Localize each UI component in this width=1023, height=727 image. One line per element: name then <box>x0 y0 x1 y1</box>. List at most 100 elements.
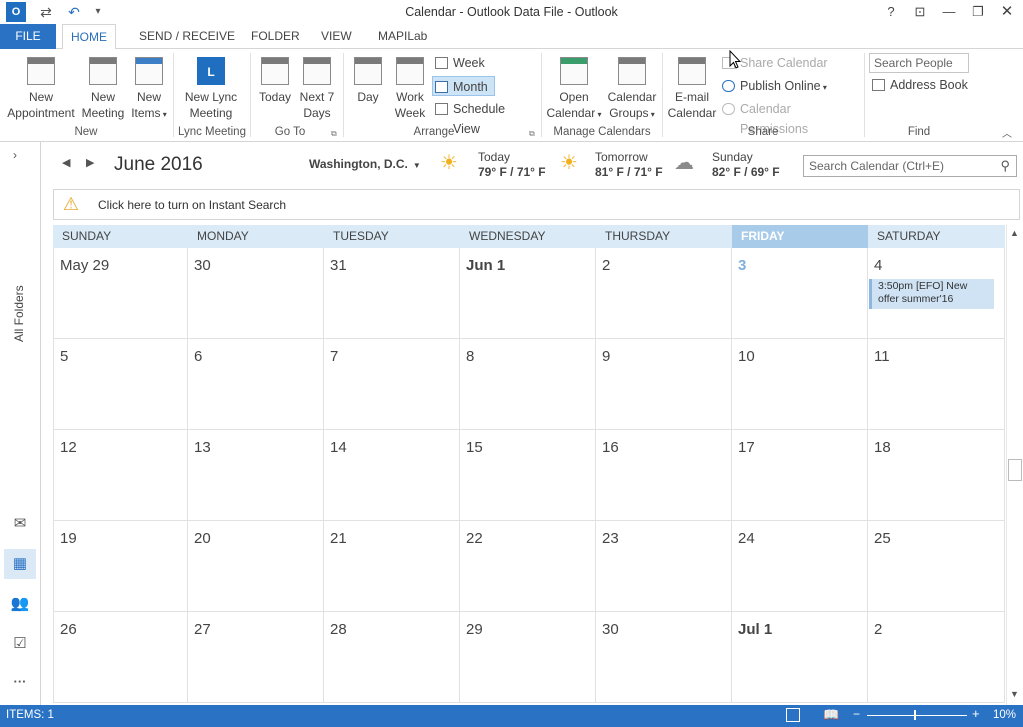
next-month-icon[interactable]: ▶ <box>86 156 94 169</box>
search-icon[interactable]: ⚲ <box>1000 158 1010 174</box>
day-number: 4 <box>874 257 883 274</box>
publish-online-button[interactable]: Publish Online ▾ <box>720 76 840 96</box>
restore-icon[interactable]: ❐ <box>965 2 991 22</box>
all-folders-label[interactable]: All Folders <box>12 242 30 342</box>
dialog-launcher-icon[interactable]: ⧉ <box>331 129 337 139</box>
day-cell[interactable]: Jun 1 <box>460 248 596 339</box>
day-cell[interactable]: 9 <box>596 339 732 430</box>
day-cell[interactable]: 19 <box>53 521 188 612</box>
day-cell[interactable]: May 29 <box>53 248 188 339</box>
day-cell[interactable]: 29 <box>460 612 596 703</box>
day-cell[interactable]: 10 <box>732 339 868 430</box>
day-name-saturday: SATURDAY <box>877 229 941 243</box>
day-cell[interactable]: 21 <box>324 521 460 612</box>
minimize-icon[interactable]: — <box>936 2 962 22</box>
day-cell[interactable]: 22 <box>460 521 596 612</box>
day-cell[interactable]: 8 <box>460 339 596 430</box>
more-icon[interactable]: ··· <box>9 674 31 694</box>
zoom-slider-thumb[interactable] <box>914 710 916 720</box>
weather-location[interactable]: Washington, D.C. ▼ <box>309 157 421 171</box>
day-cell[interactable]: 17 <box>732 430 868 521</box>
scroll-thumb[interactable] <box>1008 459 1022 481</box>
day-cell[interactable]: Jul 1 <box>732 612 868 703</box>
day-cell[interactable]: 31 <box>324 248 460 339</box>
calendar-icon[interactable]: ▦ <box>9 554 31 574</box>
day-cell[interactable]: 3 <box>732 248 868 339</box>
zoom-level[interactable]: 10% <box>993 709 1016 721</box>
new-meeting-button[interactable]: New Meeting <box>80 57 126 121</box>
month-view-button[interactable]: Month <box>432 76 495 96</box>
search-people-input[interactable]: Search People <box>869 53 969 73</box>
help-icon[interactable]: ? <box>878 2 904 22</box>
next7-label-2: Days <box>303 106 331 120</box>
zoom-in-icon[interactable]: + <box>972 706 980 721</box>
zoom-slider[interactable] <box>867 715 967 716</box>
search-calendar-input[interactable]: Search Calendar (Ctrl+E) ⚲ <box>803 155 1017 177</box>
day-cell[interactable]: 5 <box>53 339 188 430</box>
calendar-groups-button[interactable]: Calendar Groups ▾ <box>604 57 660 123</box>
tab-view[interactable]: VIEW <box>313 24 360 49</box>
scroll-down-icon[interactable]: ▼ <box>1010 689 1019 699</box>
reading-view-icon[interactable]: 📖 <box>823 707 839 723</box>
today-button[interactable]: Today <box>254 57 296 105</box>
schedule-view-button[interactable]: Schedule View <box>433 99 533 136</box>
day-cell[interactable]: 2 <box>868 612 1005 703</box>
next-7-days-button[interactable]: Next 7 Days <box>296 57 338 121</box>
scroll-up-icon[interactable]: ▲ <box>1010 228 1019 238</box>
instant-search-text[interactable]: Click here to turn on Instant Search <box>98 198 286 212</box>
day-cell[interactable]: 30 <box>188 248 324 339</box>
dialog-launcher-icon[interactable]: ⧉ <box>529 129 535 139</box>
day-cell[interactable]: 23 <box>596 521 732 612</box>
new-items-button[interactable]: New Items ▾ <box>128 57 170 123</box>
day-cell[interactable]: 18 <box>868 430 1005 521</box>
expand-folder-pane-icon[interactable]: › <box>13 148 17 162</box>
day-cell[interactable]: 30 <box>596 612 732 703</box>
day-cell[interactable]: 27 <box>188 612 324 703</box>
tasks-icon[interactable]: ☑ <box>9 634 31 654</box>
day-cell[interactable]: 24 <box>732 521 868 612</box>
calendar-event[interactable]: 3:50pm [EFO] New offer summer'16 <box>869 279 994 309</box>
day-cell[interactable]: 2 <box>596 248 732 339</box>
day-cell[interactable]: 11 <box>868 339 1005 430</box>
open-calendar-button[interactable]: Open Calendar ▾ <box>546 57 602 123</box>
day-cell[interactable]: 20 <box>188 521 324 612</box>
address-book-button[interactable]: Address Book <box>870 75 970 95</box>
day-cell[interactable]: 6 <box>188 339 324 430</box>
mail-icon[interactable]: ✉ <box>9 514 31 534</box>
day-view-button[interactable]: Day <box>348 57 388 105</box>
day-cell[interactable]: 7 <box>324 339 460 430</box>
day-cell[interactable]: 15 <box>460 430 596 521</box>
close-icon[interactable]: ✕ <box>994 2 1020 22</box>
tab-mapilab[interactable]: MAPILab <box>370 24 435 49</box>
tab-send-receive[interactable]: SEND / RECEIVE <box>131 24 243 49</box>
calendar-permissions-button[interactable]: Calendar Permissions <box>720 99 860 136</box>
day-cell[interactable]: 26 <box>53 612 188 703</box>
normal-view-icon[interactable] <box>786 708 800 722</box>
day-cell[interactable]: 28 <box>324 612 460 703</box>
day-number: 16 <box>602 439 619 456</box>
tab-folder[interactable]: FOLDER <box>243 24 308 49</box>
day-cell[interactable]: 13 <box>188 430 324 521</box>
week-view-button[interactable]: Week <box>433 53 503 73</box>
previous-month-icon[interactable]: ◀ <box>62 156 70 169</box>
day-cell[interactable]: 12 <box>53 430 188 521</box>
work-week-button[interactable]: Work Week <box>390 57 430 121</box>
new-lync-meeting-button[interactable]: L New Lync Meeting <box>180 57 242 121</box>
day-number: 19 <box>60 530 77 547</box>
day-number: May 29 <box>60 257 110 274</box>
instant-search-infobar[interactable]: ⚠ Click here to turn on Instant Search <box>53 189 1020 220</box>
day-cell[interactable]: 16 <box>596 430 732 521</box>
email-calendar-button[interactable]: E-mail Calendar <box>666 57 718 121</box>
collapse-ribbon-icon[interactable]: ︿ <box>1002 125 1012 140</box>
tab-home[interactable]: HOME <box>62 24 116 50</box>
vertical-scrollbar[interactable]: ▲ ▼ <box>1006 225 1023 705</box>
day-cell[interactable]: 25 <box>868 521 1005 612</box>
ribbon-display-options-icon[interactable]: ⊡ <box>907 2 933 22</box>
new-appointment-button[interactable]: New Appointment <box>4 57 78 121</box>
people-icon[interactable]: 👥 <box>9 594 31 614</box>
zoom-out-icon[interactable]: − <box>853 707 860 721</box>
day-cell[interactable]: 4 3:50pm [EFO] New offer summer'16 <box>868 248 1005 339</box>
day-cell[interactable]: 14 <box>324 430 460 521</box>
tab-file[interactable]: FILE <box>0 24 56 49</box>
next-7-days-icon <box>303 57 331 85</box>
